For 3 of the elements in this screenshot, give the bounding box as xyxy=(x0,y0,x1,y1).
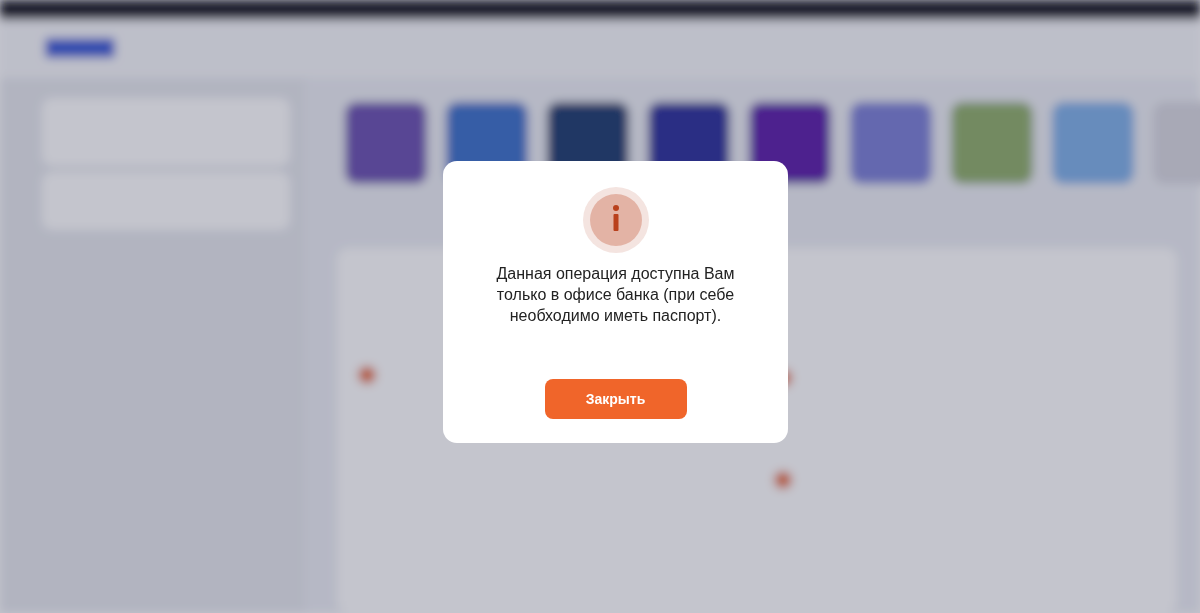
info-icon xyxy=(582,187,649,253)
dialog-message: Данная операция доступна Вам только в офисе банка (при себе необходимо иметь паспорт). xyxy=(495,264,736,326)
close-button[interactable]: Закрыть xyxy=(544,379,687,419)
